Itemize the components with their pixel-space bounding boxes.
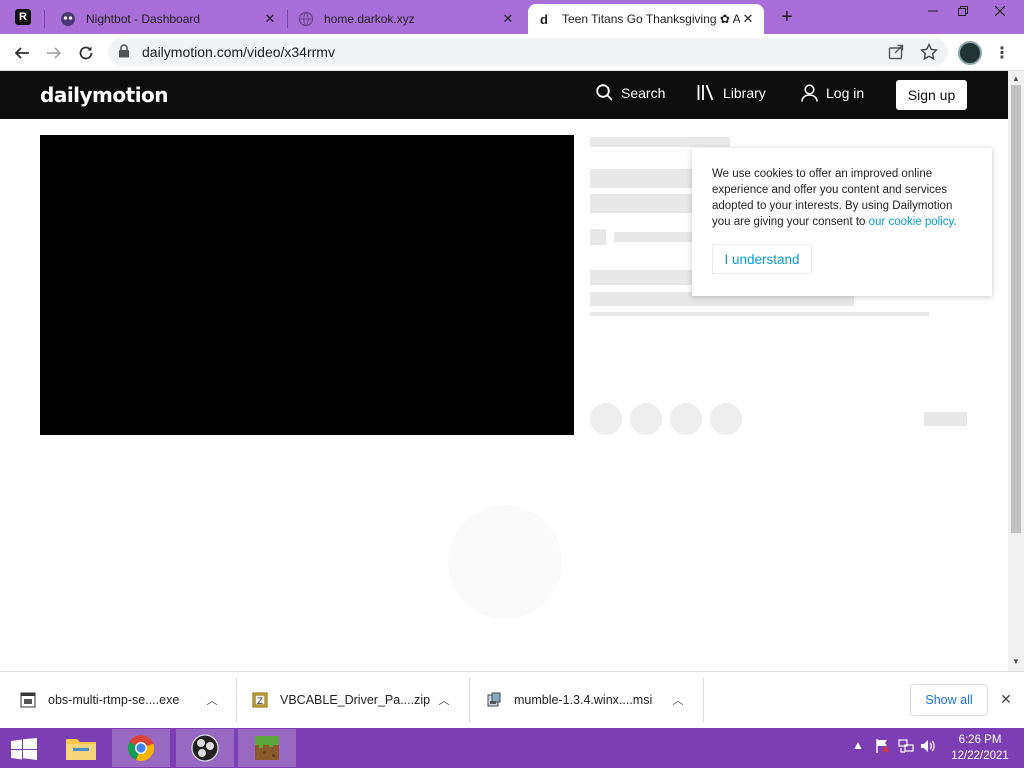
chrome-icon <box>128 735 155 762</box>
reload-icon[interactable] <box>74 41 98 65</box>
windows-start-icon[interactable] <box>10 738 38 760</box>
cookie-text: We use cookies to offer an improved onli… <box>712 166 974 230</box>
svg-text:Z: Z <box>257 697 263 707</box>
chevron-up-icon[interactable]: ︿ <box>204 692 220 708</box>
clock-date: 12/22/2021 <box>951 750 1009 762</box>
skeleton-action-circle <box>710 403 742 435</box>
skeleton-line <box>590 312 929 316</box>
tab-title: Nightbot - Dashboard <box>86 12 201 26</box>
download-filename: mumble-1.3.4.winx....msi <box>514 693 653 707</box>
download-divider <box>469 678 470 722</box>
loading-placeholder <box>448 505 562 619</box>
new-tab-plus-icon[interactable]: + <box>776 6 798 28</box>
folder-icon <box>66 739 96 760</box>
share-icon[interactable] <box>888 44 904 65</box>
skeleton-avatar <box>590 229 606 245</box>
tab-separator <box>44 10 45 28</box>
pinned-tab[interactable]: R <box>12 6 34 28</box>
tray-overflow-arrow-icon[interactable]: ▲ <box>852 738 864 752</box>
site-header: dailymotion Search Library Log in Sign u… <box>0 71 1008 119</box>
download-item[interactable]: mumble-1.3.4.winx....msi ︿ <box>486 678 686 722</box>
browser-tab-strip: R Nightbot - Dashboard ✕ home.darkok.xyz… <box>0 0 1024 34</box>
r-logo-icon: R <box>15 9 31 25</box>
windows-taskbar: ▲ 6:26 PM 12/22/2021 <box>0 728 1024 768</box>
page-scrollbar[interactable]: ▲ ▼ <box>1008 71 1024 671</box>
back-arrow-icon[interactable] <box>10 41 34 65</box>
video-player[interactable] <box>40 135 574 435</box>
msi-installer-icon <box>486 692 502 708</box>
scroll-up-arrow-icon[interactable]: ▲ <box>1012 74 1020 83</box>
skeleton-action-circle <box>590 403 622 435</box>
window-close-icon[interactable] <box>976 0 1024 22</box>
tab-title: Teen Titans Go Thanksgiving ✿ A <box>562 12 740 26</box>
download-divider <box>236 678 237 722</box>
globe-icon <box>298 11 314 27</box>
tab-separator <box>287 10 288 28</box>
cookie-consent-banner: We use cookies to offer an improved onli… <box>692 148 992 296</box>
cookie-accept-button[interactable]: I understand <box>712 244 812 274</box>
tab-nightbot[interactable]: Nightbot - Dashboard ✕ <box>52 4 286 34</box>
menu-kebab-icon[interactable]: ⋮ <box>994 41 1010 65</box>
chevron-up-icon[interactable]: ︿ <box>670 692 686 708</box>
skeleton-action-circle <box>670 403 702 435</box>
system-clock[interactable]: 6:26 PM 12/22/2021 <box>944 732 1016 764</box>
download-filename: VBCABLE_Driver_Pa....zip <box>280 693 431 707</box>
skeleton-line <box>924 412 967 426</box>
nav-library[interactable]: Library <box>697 84 766 101</box>
download-item[interactable]: obs-multi-rtmp-se....exe ︿ <box>20 678 220 722</box>
network-icon[interactable] <box>898 738 914 754</box>
exe-file-icon <box>20 692 36 708</box>
browser-toolbar: dailymotion.com/video/x34rrmv ⋮ <box>0 34 1024 71</box>
dailymotion-favicon-icon: d <box>540 11 548 27</box>
nightbot-icon <box>60 11 76 27</box>
obs-icon <box>191 734 219 762</box>
tab-darkok[interactable]: home.darkok.xyz ✕ <box>290 4 524 34</box>
skeleton-action-circle <box>630 403 662 435</box>
signup-button[interactable]: Sign up <box>896 80 967 110</box>
zip-file-icon: Z <box>252 692 268 708</box>
nav-login-label: Log in <box>826 85 865 101</box>
library-icon <box>697 84 714 101</box>
show-all-button[interactable]: Show all <box>910 684 988 716</box>
bookmark-star-icon[interactable] <box>919 42 939 66</box>
tab-title: home.darkok.xyz <box>324 12 415 26</box>
cookie-policy-link[interactable]: our cookie policy. <box>869 216 957 228</box>
search-icon <box>596 84 613 101</box>
clock-time: 6:26 PM <box>958 734 1002 746</box>
forward-arrow-icon[interactable] <box>42 41 66 65</box>
download-filename: obs-multi-rtmp-se....exe <box>48 693 180 707</box>
scrollbar-thumb[interactable] <box>1011 85 1021 533</box>
nav-search-label: Search <box>621 84 666 101</box>
nav-search[interactable]: Search <box>596 84 665 101</box>
download-divider <box>703 678 704 722</box>
scroll-down-arrow-icon[interactable]: ▼ <box>1012 657 1020 666</box>
url-text[interactable]: dailymotion.com/video/x34rrmv <box>142 44 335 60</box>
tab-dailymotion-video[interactable]: d Teen Titans Go Thanksgiving ✿ A ✕ <box>528 4 764 34</box>
taskbar-obs[interactable] <box>176 729 234 767</box>
action-center-flag-icon[interactable] <box>874 738 890 754</box>
skeleton-line <box>590 137 730 147</box>
chevron-up-icon[interactable]: ︿ <box>436 692 452 708</box>
volume-icon[interactable] <box>920 738 936 754</box>
lock-icon[interactable] <box>118 44 130 63</box>
minecraft-grass-block-icon <box>255 736 279 760</box>
taskbar-file-explorer[interactable] <box>52 729 110 767</box>
close-download-shelf-icon[interactable]: ✕ <box>998 690 1014 708</box>
download-shelf: obs-multi-rtmp-se....exe ︿ Z VBCABLE_Dri… <box>0 671 1024 728</box>
nav-library-label: Library <box>723 84 766 101</box>
user-icon <box>801 84 818 102</box>
taskbar-chrome[interactable] <box>112 729 170 767</box>
address-bar[interactable]: dailymotion.com/video/x34rrmv <box>108 38 948 66</box>
download-item[interactable]: Z VBCABLE_Driver_Pa....zip ︿ <box>252 678 452 722</box>
tab-close-icon[interactable]: ✕ <box>740 11 756 27</box>
dailymotion-logo[interactable]: dailymotion <box>40 83 169 107</box>
taskbar-minecraft[interactable] <box>238 729 296 767</box>
tab-close-icon[interactable]: ✕ <box>262 11 278 27</box>
skeleton-line <box>614 232 704 242</box>
profile-avatar[interactable] <box>958 41 982 65</box>
tab-close-icon[interactable]: ✕ <box>500 11 516 27</box>
nav-login[interactable]: Log in <box>801 84 864 102</box>
